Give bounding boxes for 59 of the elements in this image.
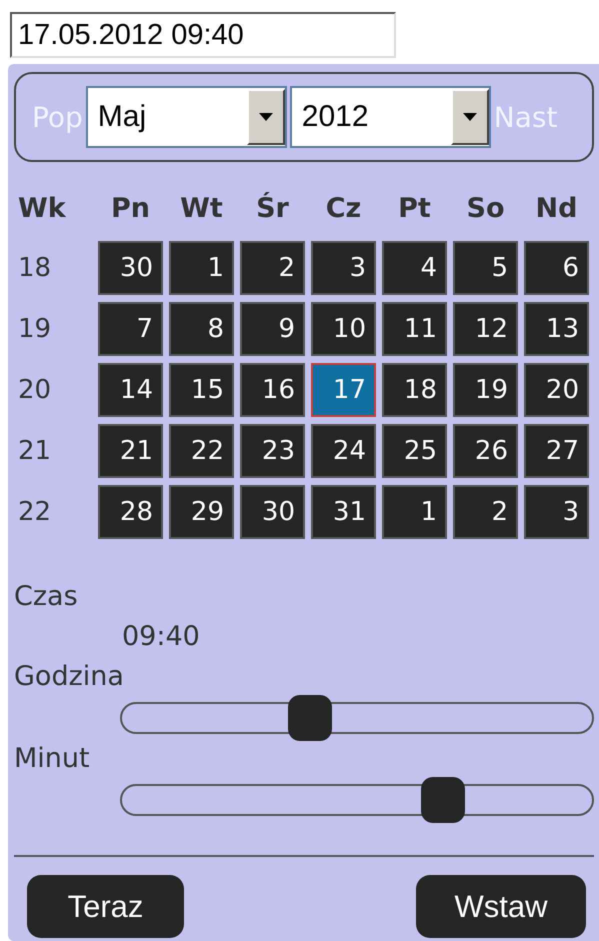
time-label: Czas [14, 580, 79, 614]
day-cell[interactable]: 6 [524, 241, 589, 295]
day-cell[interactable]: 31 [311, 485, 376, 539]
day-cell[interactable]: 2 [453, 485, 518, 539]
week-number: 20 [17, 375, 52, 405]
weekday-header: Śr [255, 191, 290, 226]
day-cell[interactable]: 24 [311, 424, 376, 478]
weekday-header: Wk [17, 192, 67, 226]
year-dropdown[interactable]: 2012 [290, 86, 491, 148]
day-cell[interactable]: 3 [311, 241, 376, 295]
weekday-header: Pn [110, 192, 151, 226]
day-cell[interactable]: 29 [169, 485, 234, 539]
slider-label: Godzina [14, 660, 125, 694]
day-cell[interactable]: 30 [98, 241, 163, 295]
day-cell[interactable]: 7 [98, 302, 163, 356]
day-cell[interactable]: 23 [240, 424, 305, 478]
day-cell[interactable]: 19 [453, 363, 518, 417]
day-cell[interactable]: 4 [382, 241, 447, 295]
date-field[interactable]: 17.05.2012 09:40 [10, 12, 396, 58]
slider-label: Minut [14, 742, 91, 776]
weekday-header: So [466, 192, 506, 226]
day-cell[interactable]: 15 [169, 363, 234, 417]
time-value: 09:40 [122, 620, 201, 654]
day-cell[interactable]: 10 [311, 302, 376, 356]
day-cell[interactable]: 1 [382, 485, 447, 539]
day-cell[interactable]: 3 [524, 485, 589, 539]
day-cell[interactable]: 8 [169, 302, 234, 356]
day-cell[interactable]: 21 [98, 424, 163, 478]
month-dropdown[interactable]: Maj [86, 86, 287, 148]
week-number: 21 [17, 436, 52, 466]
day-cell[interactable]: 1 [169, 241, 234, 295]
day-cell[interactable]: 5 [453, 241, 518, 295]
day-cell[interactable]: 27 [524, 424, 589, 478]
day-cell[interactable]: 9 [240, 302, 305, 356]
day-cell[interactable]: 11 [382, 302, 447, 356]
weekday-header: Pt [397, 192, 432, 226]
weekday-header: Cz [324, 192, 362, 226]
day-cell[interactable]: 20 [524, 363, 589, 417]
day-cell[interactable]: 30 [240, 485, 305, 539]
day-cell[interactable]: 16 [240, 363, 305, 417]
weekday-header: Wt [179, 192, 224, 226]
week-number: 19 [17, 314, 52, 344]
day-cell[interactable]: 13 [524, 302, 589, 356]
day-cell[interactable]: 18 [382, 363, 447, 417]
slider-thumb[interactable] [421, 777, 465, 823]
day-cell[interactable]: 26 [453, 424, 518, 478]
day-cell[interactable]: 22 [169, 424, 234, 478]
day-cell[interactable]: 14 [98, 363, 163, 417]
day-cell[interactable]: 12 [453, 302, 518, 356]
week-number: 18 [17, 253, 52, 283]
slider-thumb[interactable] [288, 695, 332, 741]
day-cell[interactable]: 17 [311, 363, 376, 417]
day-cell[interactable]: 25 [382, 424, 447, 478]
weekday-header: Nd [534, 192, 578, 226]
day-cell[interactable]: 28 [98, 485, 163, 539]
action-button[interactable]: Teraz [27, 875, 184, 938]
action-button[interactable]: Wstaw [416, 875, 586, 938]
week-number: 22 [17, 497, 52, 527]
day-cell[interactable]: 2 [240, 241, 305, 295]
